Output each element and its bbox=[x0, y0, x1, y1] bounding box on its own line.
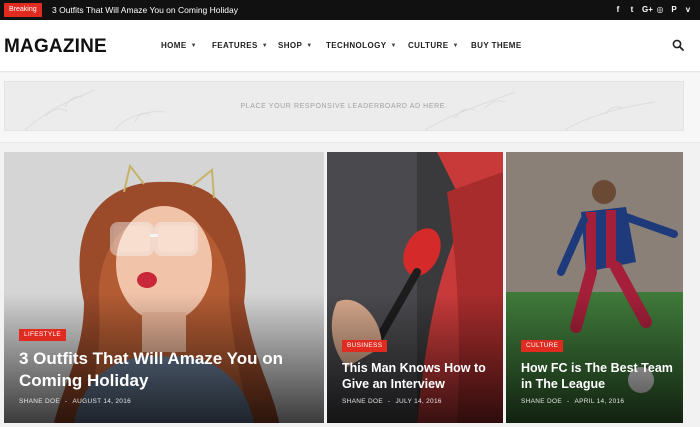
author[interactable]: SHANE DOE bbox=[521, 398, 562, 405]
social-links: f t G+ ◎ Pv bbox=[614, 5, 692, 15]
chevron-down-icon: ▼ bbox=[190, 42, 197, 49]
featured-card-business[interactable]: BUSINESS This Man Knows How to Give an I… bbox=[327, 152, 503, 423]
nav-label: FEATURES bbox=[212, 41, 258, 50]
featured-card-culture[interactable]: CULTURE How FC is The Best Team in The L… bbox=[506, 152, 683, 423]
leaderboard-ad[interactable]: PLACE YOUR RESPONSIVE LEADERBOARD AD HER… bbox=[4, 81, 684, 131]
top-bar: Breaking 3 Outfits That Will Amaze You o… bbox=[0, 0, 700, 20]
site-logo[interactable]: MAGAZINE bbox=[4, 36, 107, 58]
chevron-down-icon: ▼ bbox=[306, 42, 313, 49]
vimeo-icon[interactable]: v bbox=[684, 5, 692, 15]
card-title[interactable]: How FC is The Best Team in The League bbox=[521, 360, 679, 392]
nav-item-buy-theme[interactable]: BUY THEME bbox=[471, 41, 522, 50]
twitter-icon[interactable]: t bbox=[628, 5, 636, 15]
category-badge[interactable]: CULTURE bbox=[521, 340, 564, 352]
nav-item-technology[interactable]: TECHNOLOGY ▼ bbox=[326, 41, 408, 50]
card-meta: SHANE DOE - JULY 14, 2016 bbox=[342, 398, 442, 405]
nav-label: CULTURE bbox=[408, 41, 449, 50]
date: APRIL 14, 2016 bbox=[574, 398, 625, 405]
nav-item-home[interactable]: HOME ▼ bbox=[161, 41, 212, 50]
date: AUGUST 14, 2016 bbox=[72, 398, 132, 405]
card-title[interactable]: This Man Knows How to Give an Interview bbox=[342, 360, 500, 392]
nav-label: HOME bbox=[161, 41, 187, 50]
facebook-icon[interactable]: f bbox=[614, 5, 622, 15]
category-badge[interactable]: BUSINESS bbox=[342, 340, 388, 352]
nav-item-culture[interactable]: CULTURE ▼ bbox=[408, 41, 471, 50]
author[interactable]: SHANE DOE bbox=[342, 398, 383, 405]
card-meta: SHANE DOE - AUGUST 14, 2016 bbox=[19, 398, 132, 405]
nav-label: TECHNOLOGY bbox=[326, 41, 387, 50]
ad-section: PLACE YOUR RESPONSIVE LEADERBOARD AD HER… bbox=[0, 73, 700, 143]
nav-item-features[interactable]: FEATURES ▼ bbox=[212, 41, 278, 50]
ad-placeholder-text: PLACE YOUR RESPONSIVE LEADERBOARD AD HER… bbox=[240, 103, 448, 110]
main-nav: HOME ▼ FEATURES ▼ SHOP ▼ TECHNOLOGY ▼ CU… bbox=[161, 41, 522, 50]
instagram-icon[interactable]: ◎ bbox=[656, 5, 664, 15]
google-plus-icon[interactable]: G+ bbox=[642, 5, 653, 15]
category-badge[interactable]: LIFESTYLE bbox=[19, 329, 67, 341]
chevron-down-icon: ▼ bbox=[452, 42, 459, 49]
search-icon[interactable] bbox=[672, 39, 684, 51]
site-header: MAGAZINE HOME ▼ FEATURES ▼ SHOP ▼ TECHNO… bbox=[0, 20, 700, 72]
author[interactable]: SHANE DOE bbox=[19, 398, 60, 405]
date: JULY 14, 2016 bbox=[395, 398, 442, 405]
breaking-badge: Breaking bbox=[4, 3, 42, 17]
nav-label: SHOP bbox=[278, 41, 303, 50]
featured-card-lifestyle[interactable]: LIFESTYLE 3 Outfits That Will Amaze You … bbox=[4, 152, 324, 423]
nav-label: BUY THEME bbox=[471, 41, 522, 50]
card-meta: SHANE DOE - APRIL 14, 2016 bbox=[521, 398, 625, 405]
nav-item-shop[interactable]: SHOP ▼ bbox=[278, 41, 326, 50]
pinterest-icon[interactable]: P bbox=[670, 5, 678, 15]
breaking-headline-link[interactable]: 3 Outfits That Will Amaze You on Coming … bbox=[52, 4, 238, 16]
chevron-down-icon: ▼ bbox=[390, 42, 397, 49]
card-title[interactable]: 3 Outfits That Will Amaze You on Coming … bbox=[19, 348, 319, 392]
chevron-down-icon: ▼ bbox=[261, 42, 269, 49]
